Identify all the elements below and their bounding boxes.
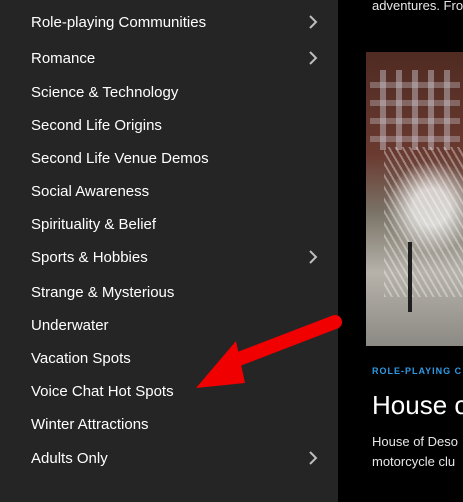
sidebar-item-label: Social Awareness <box>31 182 150 200</box>
snowy-tree <box>384 147 463 297</box>
sidebar-item-winter-attractions[interactable]: Winter Attractions <box>31 412 319 436</box>
lamp-post <box>408 242 412 312</box>
previous-post-excerpt: adventures. Fro <box>372 0 463 13</box>
sidebar-item-strange-mysterious[interactable]: Strange & Mysterious <box>31 280 319 304</box>
sidebar-item-label: Second Life Venue Demos <box>31 149 209 167</box>
sidebar-item-social-awareness[interactable]: Social Awareness <box>31 179 319 203</box>
chevron-right-icon[interactable] <box>307 15 319 29</box>
post-excerpt-line: motorcycle clu <box>372 454 456 469</box>
post-excerpt: House of Deso motorcycle clu <box>372 432 463 472</box>
sidebar-item-label: Strange & Mysterious <box>31 283 175 301</box>
post-category-link[interactable]: ROLE-PLAYING C <box>372 366 462 376</box>
sidebar-item-label: Romance <box>31 49 96 67</box>
sidebar-item-label: Second Life Origins <box>31 116 162 134</box>
building-windows <box>370 70 460 150</box>
sidebar-item-label: Vacation Spots <box>31 349 131 367</box>
sidebar-item-adults-only[interactable]: Adults Only <box>31 446 319 470</box>
sidebar-item-vacation-spots[interactable]: Vacation Spots <box>31 346 319 370</box>
sidebar-item-sports-hobbies[interactable]: Sports & Hobbies <box>31 245 319 269</box>
sidebar-item-label: Adults Only <box>31 449 108 467</box>
category-sidebar: Role-playing Communities Romance Science… <box>0 0 338 502</box>
content-column: adventures. Fro ROLE-PLAYING C House o H… <box>338 0 463 502</box>
chevron-right-icon[interactable] <box>307 51 319 65</box>
sidebar-item-label: Voice Chat Hot Spots <box>31 382 174 400</box>
sidebar-item-second-life-origins[interactable]: Second Life Origins <box>31 113 319 137</box>
post-thumbnail[interactable] <box>366 52 463 346</box>
sidebar-item-second-life-venue-demos[interactable]: Second Life Venue Demos <box>31 146 319 170</box>
sidebar-item-science-technology[interactable]: Science & Technology <box>31 80 319 104</box>
sidebar-item-label: Winter Attractions <box>31 415 149 433</box>
chevron-right-icon[interactable] <box>307 451 319 465</box>
sidebar-item-underwater[interactable]: Underwater <box>31 313 319 337</box>
sidebar-item-spirituality-belief[interactable]: Spirituality & Belief <box>31 212 319 236</box>
sidebar-item-role-playing-communities[interactable]: Role-playing Communities <box>31 10 319 34</box>
sidebar-item-voice-chat-hot-spots[interactable]: Voice Chat Hot Spots <box>31 379 319 403</box>
sidebar-item-label: Spirituality & Belief <box>31 215 157 233</box>
sidebar-item-label: Sports & Hobbies <box>31 248 148 266</box>
sidebar-item-label: Role-playing Communities <box>31 13 207 31</box>
post-excerpt-line: House of Deso <box>372 434 458 449</box>
sidebar-item-label: Underwater <box>31 316 109 334</box>
sidebar-item-label: Science & Technology <box>31 83 179 101</box>
sidebar-item-romance[interactable]: Romance <box>31 46 319 70</box>
chevron-right-icon[interactable] <box>307 250 319 264</box>
post-title-link[interactable]: House o <box>372 390 463 421</box>
